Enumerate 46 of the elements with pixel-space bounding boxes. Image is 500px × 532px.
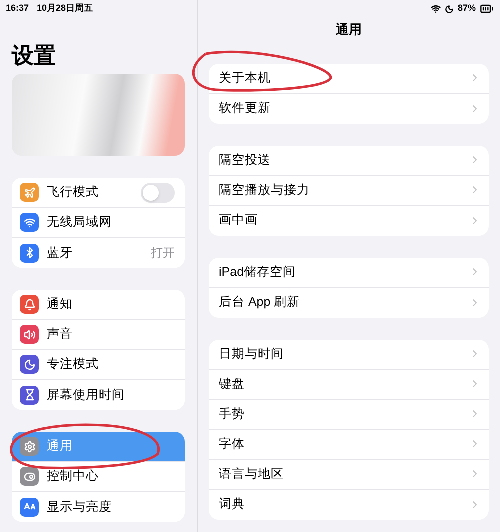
moon-icon — [444, 4, 454, 14]
item-label: 蓝牙 — [47, 244, 74, 262]
row-label: 隔空播放与接力 — [219, 182, 311, 199]
row-label: 语言与地区 — [219, 466, 285, 483]
item-label: 飞行模式 — [47, 184, 100, 202]
settings-row[interactable]: 字体 — [209, 430, 489, 460]
row-label: 关于本机 — [219, 70, 272, 87]
settings-row[interactable]: 画中画 — [209, 206, 489, 236]
row-label: 隔空投送 — [219, 152, 272, 169]
item-value: 打开 — [151, 245, 175, 262]
item-label: 通知 — [47, 296, 74, 314]
page-title: 通用 — [335, 21, 363, 39]
battery-icon — [480, 2, 494, 16]
settings-row[interactable]: 关于本机 — [209, 64, 489, 94]
row-label: 字体 — [219, 436, 246, 453]
battery-percent: 87% — [458, 2, 476, 16]
settings-row[interactable]: 语言与地区 — [209, 460, 489, 490]
wifi-icon — [430, 4, 441, 14]
row-label: 词典 — [219, 496, 246, 514]
row-label: 手势 — [219, 406, 246, 423]
row-label: 软件更新 — [219, 100, 272, 118]
settings-row[interactable]: 键盘 — [209, 370, 489, 400]
sidebar-title: 设置 — [10, 42, 57, 70]
settings-row[interactable]: 词典 — [209, 490, 489, 520]
settings-row[interactable]: 后台 App 刷新 — [209, 288, 489, 318]
item-label: 通用 — [47, 438, 74, 456]
settings-row[interactable]: 日期与时间 — [209, 340, 489, 370]
settings-row[interactable]: iPad储存空间 — [209, 258, 489, 288]
status-time: 16:37 — [6, 2, 30, 15]
row-label: 画中画 — [219, 212, 259, 230]
status-date: 10月28日周五 — [37, 2, 94, 15]
settings-row[interactable]: 隔空投送 — [209, 146, 489, 176]
item-label: 显示与亮度 — [47, 498, 113, 516]
item-label: 专注模式 — [47, 356, 100, 374]
row-label: iPad储存空间 — [219, 264, 298, 281]
row-label: 键盘 — [219, 376, 246, 393]
toggle-switch[interactable] — [141, 182, 175, 202]
settings-row[interactable]: 软件更新 — [209, 94, 489, 124]
item-label: 屏幕使用时间 — [47, 386, 126, 404]
item-label: 无线局域网 — [47, 214, 113, 232]
item-label: 声音 — [47, 326, 74, 344]
item-label: 控制中心 — [47, 468, 100, 486]
settings-row[interactable]: 隔空播放与接力 — [209, 176, 489, 206]
row-label: 后台 App 刷新 — [219, 294, 302, 312]
row-label: 日期与时间 — [219, 346, 285, 363]
settings-row[interactable]: 手势 — [209, 400, 489, 430]
